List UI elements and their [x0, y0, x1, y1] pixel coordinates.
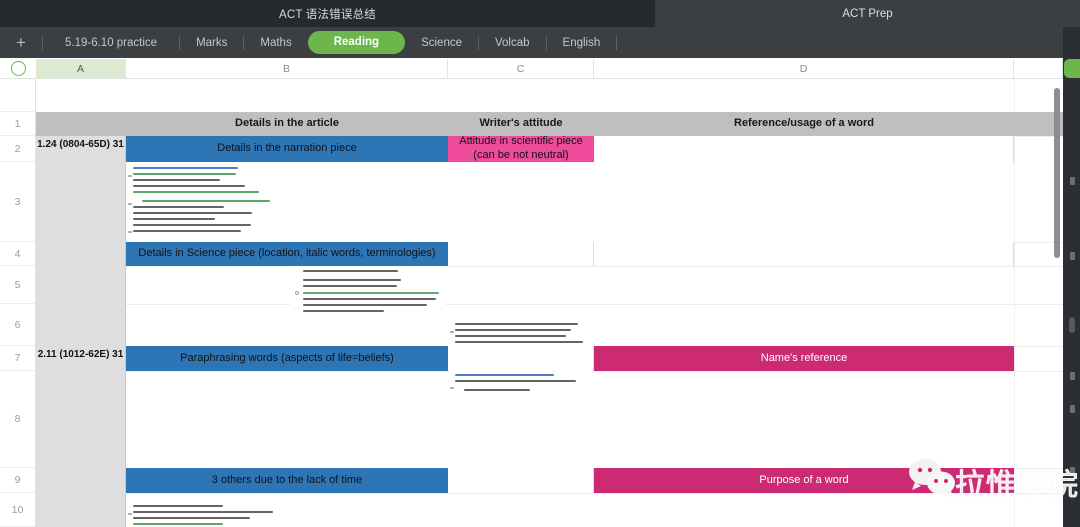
column-header-e[interactable]	[1014, 59, 1063, 78]
row-header-2[interactable]: 2	[0, 136, 35, 162]
sheet-tab-science[interactable]: Science	[405, 32, 478, 54]
band-three-others[interactable]: 3 others due to the lack of time	[126, 468, 448, 493]
document-title-secondary: ACT Prep	[842, 8, 892, 20]
sheet-tab-english[interactable]: English	[547, 32, 617, 54]
spreadsheet-grid: Details in the article Writer's attitude…	[36, 79, 1063, 527]
row-header-3[interactable]: 3	[0, 162, 35, 242]
pasted-passage-science[interactable]	[128, 501, 286, 527]
header-cell-writers-attitude[interactable]: Writer's attitude	[448, 112, 594, 136]
band-group1-d[interactable]	[594, 136, 1014, 162]
column-header-c[interactable]: C	[448, 59, 594, 78]
column-header-strip: A B C D	[0, 58, 1063, 79]
row-header-4[interactable]: 4	[0, 242, 35, 266]
select-all-corner[interactable]	[0, 58, 36, 79]
dock-scroll-thumb[interactable]	[1069, 317, 1075, 333]
band-paraphrasing-words[interactable]: Paraphrasing words (aspects of life=beli…	[126, 346, 448, 371]
dock-handle-icon[interactable]	[1070, 467, 1075, 475]
row-header-10[interactable]: 10	[0, 493, 35, 527]
window-title-bar: ACT 语法错误总结 ACT Prep	[0, 0, 1080, 27]
header-cell-a[interactable]	[36, 112, 126, 136]
pasted-passage-narration[interactable]	[128, 163, 286, 241]
add-sheet-button[interactable]: +	[0, 34, 42, 51]
column-header-d[interactable]: D	[594, 59, 1014, 78]
header-cell-details-in-article[interactable]: Details in the article	[126, 112, 448, 136]
column-header-b[interactable]: B	[126, 59, 448, 78]
header-cell-reference-usage[interactable]: Reference/usage of a word	[594, 112, 1014, 136]
document-title-active: ACT 语法错误总结	[279, 6, 376, 22]
band-group2-c[interactable]	[448, 346, 594, 371]
row-header-9[interactable]: 9	[0, 468, 35, 493]
circle-icon	[11, 61, 26, 76]
dock-active-indicator[interactable]	[1064, 59, 1080, 78]
band-details-narration[interactable]: Details in the narration piece	[126, 136, 448, 162]
grid-line	[36, 493, 1063, 494]
band-names-reference[interactable]: Name's reference	[594, 346, 1014, 371]
dock-handle-icon[interactable]	[1070, 252, 1075, 260]
band-purpose-of-word[interactable]: Purpose of a word	[594, 468, 1014, 493]
band-science-c[interactable]	[448, 242, 594, 266]
sheet-tab-maths[interactable]: Maths	[244, 32, 307, 54]
row-header-blank[interactable]	[0, 79, 35, 112]
dock-handle-icon[interactable]	[1070, 372, 1075, 380]
sheet-tab-marks[interactable]: Marks	[180, 32, 243, 54]
row-header-6[interactable]: 6	[0, 304, 35, 346]
grid-line	[36, 304, 1063, 305]
dock-handle-icon[interactable]	[1070, 405, 1075, 413]
dock-handle-icon[interactable]	[1070, 177, 1075, 185]
row-header-5[interactable]: 5	[0, 266, 35, 304]
vertical-scrollbar-thumb[interactable]	[1054, 88, 1060, 258]
row-header-strip: 1 2 3 4 5 6 7 8 9 10	[0, 79, 36, 527]
sheet-tab-reading[interactable]: Reading	[308, 31, 405, 54]
document-tab-active[interactable]: ACT 语法错误总结	[0, 0, 655, 27]
column-header-a[interactable]: A	[36, 59, 126, 78]
band-attitude-scientific[interactable]: Attitude in scientific piece (can be not…	[448, 136, 594, 162]
group-label-cell-2[interactable]: 2.11 (1012-62E) 31	[36, 346, 126, 527]
sheet-tab-bar: + 5.19-6.10 practice Marks Maths Reading…	[0, 27, 1063, 58]
band-details-science[interactable]: Details in Science piece (location, ital…	[126, 242, 448, 266]
tab-divider	[616, 36, 617, 50]
band-three-others-c[interactable]	[448, 468, 594, 493]
grid-line	[36, 266, 1063, 267]
row-header-7[interactable]: 7	[0, 346, 35, 371]
row-header-1[interactable]: 1	[0, 112, 35, 136]
sheet-tab-practice[interactable]: 5.19-6.10 practice	[43, 32, 179, 54]
right-dock-panel	[1063, 27, 1080, 527]
sheet-tab-volcab[interactable]: Volcab	[479, 32, 546, 54]
grid-line	[1014, 79, 1015, 527]
band-science-d[interactable]	[594, 242, 1014, 266]
spreadsheet-app: ACT 语法错误总结 ACT Prep + 5.19-6.10 practice…	[0, 0, 1080, 527]
row-header-8[interactable]: 8	[0, 371, 35, 468]
document-tab-secondary[interactable]: ACT Prep	[655, 0, 1080, 27]
